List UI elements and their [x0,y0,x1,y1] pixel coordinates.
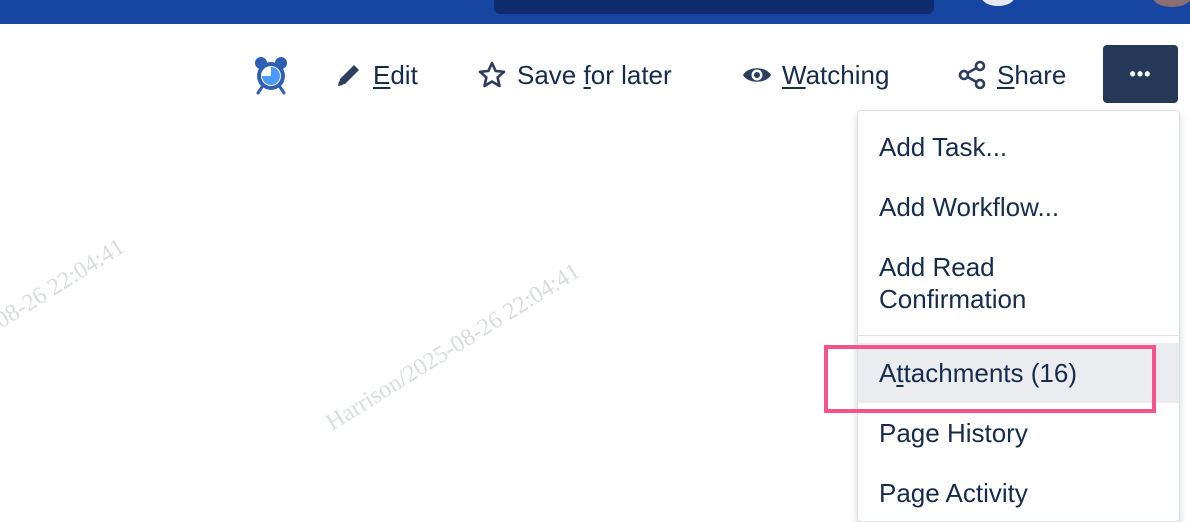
star-icon [477,60,507,90]
pencil-icon [335,61,363,89]
more-actions-menu: Add Task... Add Workflow... Add Read Con… [857,110,1180,522]
menu-item-label: Page Activity [879,478,1028,508]
menu-item-label: Page History [879,418,1028,448]
save-for-later-label: Save for later [517,59,672,90]
menu-item-page-activity[interactable]: Page Activity [858,477,1179,509]
edit-button[interactable]: Edit [335,53,418,97]
menu-item-label: Add Read [879,252,995,282]
watermark: Harrison/2025-08-26 22:04:41 [321,258,585,437]
save-for-later-button[interactable]: Save for later [477,53,672,97]
help-avatar[interactable] [981,0,1015,6]
more-actions-button[interactable]: ••• [1103,45,1178,103]
alarm-clock-icon [252,55,290,95]
menu-item-add-read-confirmation[interactable]: Add Read Confirmation [858,251,1179,315]
menu-item-page-history[interactable]: Page History [858,417,1179,449]
share-icon [957,60,987,90]
watching-button[interactable]: Watching [742,53,889,97]
edit-label: Edit [373,59,418,90]
search-bar[interactable] [494,0,934,14]
reminder-button[interactable] [252,53,300,97]
menu-item-label: Confirmation [879,284,1027,314]
share-button[interactable]: Share [957,53,1066,97]
menu-item-label: Add Workflow... [879,192,1060,222]
menu-divider [858,335,1179,336]
menu-item-add-workflow[interactable]: Add Workflow... [858,191,1179,223]
share-label: Share [997,59,1067,90]
menu-item-label: Attachments (16) [879,358,1077,388]
menu-item-label: Add Task... [879,132,1008,162]
top-navigation-bar [0,0,1190,24]
more-icon: ••• [1129,63,1152,84]
menu-item-attachments[interactable]: Attachments (16) [858,343,1179,403]
watermark: -08-26 22:04:41 [0,233,130,339]
menu-item-add-task[interactable]: Add Task... [858,131,1179,163]
user-avatar[interactable] [1153,0,1190,7]
eye-icon [742,63,772,87]
watching-label: Watching [782,59,890,90]
